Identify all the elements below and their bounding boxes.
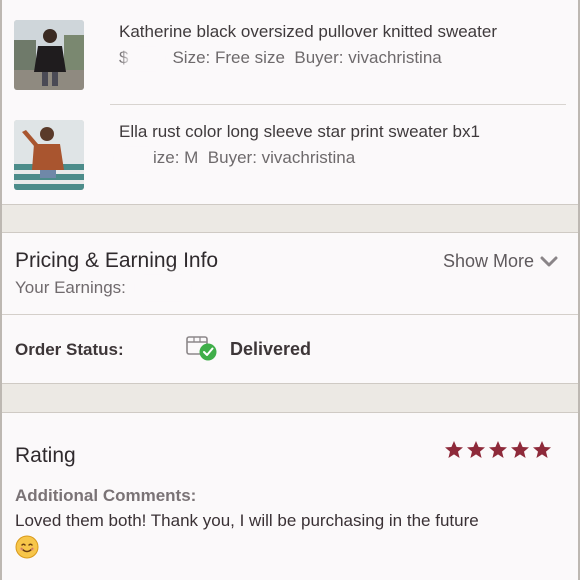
- item-buyer: Buyer: vivachristina: [207, 148, 356, 167]
- star-icon: [467, 441, 485, 458]
- star-icon: [445, 441, 463, 458]
- rating-title: Rating: [15, 444, 76, 467]
- earnings-redaction: [140, 280, 186, 296]
- item-size: Size: Free size: [172, 48, 285, 67]
- additional-comments-text: Loved them both! Thank you, I will be pu…: [15, 511, 479, 530]
- section-spacer: [2, 204, 578, 233]
- rating-stars: [444, 440, 552, 460]
- show-more-button[interactable]: Show More: [443, 251, 558, 272]
- item-thumbnail[interactable]: [14, 20, 84, 90]
- chevron-down-icon: [540, 256, 558, 266]
- package-check-icon: [186, 336, 217, 361]
- sweater-photo-rust-icon: [14, 120, 84, 190]
- order-item-row[interactable]: Ella rust color long sleeve star print s…: [2, 105, 578, 205]
- order-item-row[interactable]: Katherine black oversized pullover knitt…: [2, 5, 578, 105]
- smiling-face-emoji-icon: [15, 535, 39, 559]
- order-status-value: Delivered: [230, 339, 312, 359]
- item-title[interactable]: Ella rust color long sleeve star print s…: [119, 122, 480, 142]
- section-spacer: [2, 383, 578, 413]
- item-size: ize: M: [153, 148, 199, 167]
- section-divider: [2, 314, 578, 315]
- sweater-photo-black-icon: [14, 20, 84, 90]
- star-icon: [489, 441, 507, 458]
- show-more-label: Show More: [442, 251, 534, 271]
- order-status-label: Order Status:: [15, 340, 124, 359]
- item-price: $: [119, 48, 129, 67]
- item-thumbnail[interactable]: [14, 120, 84, 190]
- price-redaction: [119, 151, 153, 166]
- earnings-label: Your Earnings:: [15, 278, 126, 297]
- item-title[interactable]: Katherine black oversized pullover knitt…: [119, 22, 497, 42]
- item-buyer: Buyer: vivachristina: [294, 48, 442, 67]
- additional-comments-label: Additional Comments:: [15, 486, 197, 505]
- price-redaction: [132, 51, 161, 66]
- star-icon: [511, 441, 529, 458]
- item-meta: ize: M Buyer: vivachristina: [119, 148, 355, 168]
- delivered-status-icon: [186, 334, 218, 362]
- star-icon: [533, 441, 551, 458]
- item-meta: $ Size: Free size Buyer: vivachristina: [119, 48, 442, 68]
- pricing-section-title: Pricing & Earning Info: [15, 249, 219, 272]
